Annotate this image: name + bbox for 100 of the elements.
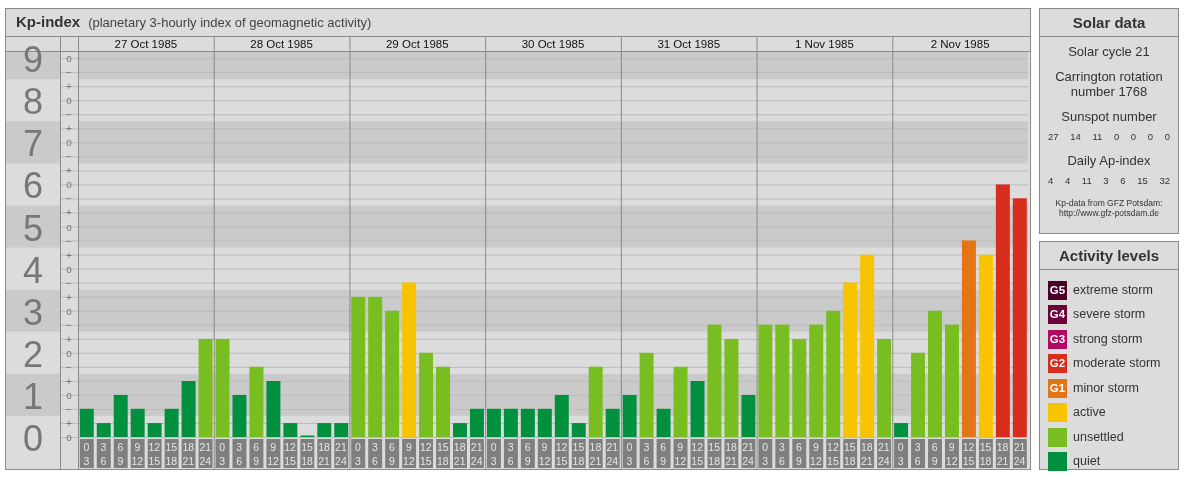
time-slot-label: 18 21 [317,439,332,468]
time-slot-label: 18 21 [453,439,467,468]
time-slot-label: 9 12 [266,439,281,468]
legend-label: extreme storm [1073,281,1153,299]
info-text: Sunspot number [1060,109,1158,125]
level-badge: G3 [1048,329,1067,349]
tick-label: + [66,333,72,345]
value-text: 0 [1164,129,1170,144]
x-tick-label: 0 3 [626,441,633,467]
legend-label: moderate storm [1073,355,1161,373]
x-tick-label: 6 9 [253,441,260,467]
tick-label: + [66,375,72,387]
legend-label: minor storm [1073,379,1139,397]
value-text: 15 [1137,173,1148,188]
x-tick-label: 6 9 [660,441,667,467]
level-badge: G1 [1048,378,1067,398]
time-slot-label: 3 6 [775,439,790,468]
bar [741,394,756,437]
level-badge: G4 [1048,305,1067,325]
time-slot-label: 0 3 [894,439,909,468]
x-tick-label: 0 3 [83,441,90,467]
time-slot-label: 21 24 [877,439,892,468]
bar [894,423,909,437]
value-text: 3 [1103,173,1109,188]
axis-label: 1 [23,375,43,417]
tick-label: o [66,53,72,65]
x-tick-label: 3 6 [100,441,107,467]
time-slot-label: 15 18 [843,439,858,468]
level-badge: G2 [1048,354,1067,374]
x-tick-label: 0 3 [897,441,904,467]
tick-label: + [66,165,72,177]
tick-label: + [66,249,72,261]
date-label: 28 Oct 1985 [250,38,313,50]
legend-label: unsettled [1073,428,1124,446]
tick-label: o [66,179,72,191]
time-slot-label: 3 6 [911,439,925,468]
time-slot-label: 12 15 [283,439,298,468]
source-text: Kp-data from GFZ Potsdam: [1054,198,1164,209]
value-text: 6 [1120,173,1126,188]
x-tick-label: 6 9 [388,441,395,467]
value-text: 4 [1064,173,1071,188]
legend-label: strong storm [1073,330,1143,348]
x-tick-label: 3 6 [507,441,514,467]
tick-label: o [66,432,72,443]
legend-label: severe storm [1073,306,1146,324]
time-slot-label: 18 21 [724,439,739,468]
time-slot-label: 0 3 [351,439,366,468]
value-text: 27 [1048,129,1059,144]
info-text: Solar cycle 21 [1067,45,1151,60]
time-slot-label: 18 21 [860,439,875,468]
x-tick-label: 3 6 [779,441,786,467]
x-tick-label: 0 3 [762,441,769,467]
axis-label: 6 [23,165,43,207]
date-label: 1 Nov 1985 [795,38,854,50]
tick-label: o [66,347,72,359]
info-text: Daily Ap-index [1066,154,1152,169]
axis-label: 2 [23,333,43,375]
time-slot-label: 0 3 [758,439,773,468]
tick-label: o [66,389,72,401]
panel-title: Solar data [1040,9,1178,37]
panel-title: Activity levels [1040,242,1178,270]
value-text: 14 [1070,129,1081,144]
x-tick-label: 3 6 [371,441,378,467]
bar [436,366,450,437]
tick-label: − [66,361,72,373]
date-label: 29 Oct 1985 [385,38,449,50]
time-slot-label: 9 12 [402,439,417,468]
x-tick-label: 6 9 [117,441,124,467]
legend-label: quiet [1073,453,1101,471]
x-tick-label: 0 3 [219,441,226,467]
time-slot-label: 6 9 [385,439,400,468]
x-tick-label: 0 3 [354,441,361,467]
chart-title: Kp-index [16,12,81,33]
bar [266,381,281,437]
value-text: 11 [1092,129,1103,144]
value-text: 0 [1147,129,1154,144]
date-label: 2 Nov 1985 [930,38,990,50]
tick-label: − [66,193,72,205]
value-text: 4 [1048,173,1054,188]
value-text: 32 [1159,173,1170,188]
tick-label: − [66,403,72,415]
x-tick-label: 6 9 [796,441,803,467]
x-tick-label: 0 3 [490,441,497,467]
tick-label: − [66,277,72,289]
time-slot-label: 15 18 [300,439,315,468]
x-tick-label: 3 6 [236,441,243,467]
tick-label: + [66,417,72,429]
time-slot-label: 3 6 [232,439,247,468]
axis-label: 7 [23,123,43,165]
date-label: 31 Oct 1985 [657,38,721,50]
time-slot-label: 21 24 [334,439,349,468]
tick-label: + [66,81,72,93]
tick-label: o [66,95,72,107]
x-tick-label: 3 6 [643,441,650,467]
time-slot-label: 12 15 [419,439,434,468]
info-text: Carrington rotation number 1768 [1054,69,1164,100]
tick-label: − [66,151,72,163]
tick-label: o [66,221,72,233]
tick-label: − [66,109,72,121]
level-badge: G5 [1048,280,1067,300]
